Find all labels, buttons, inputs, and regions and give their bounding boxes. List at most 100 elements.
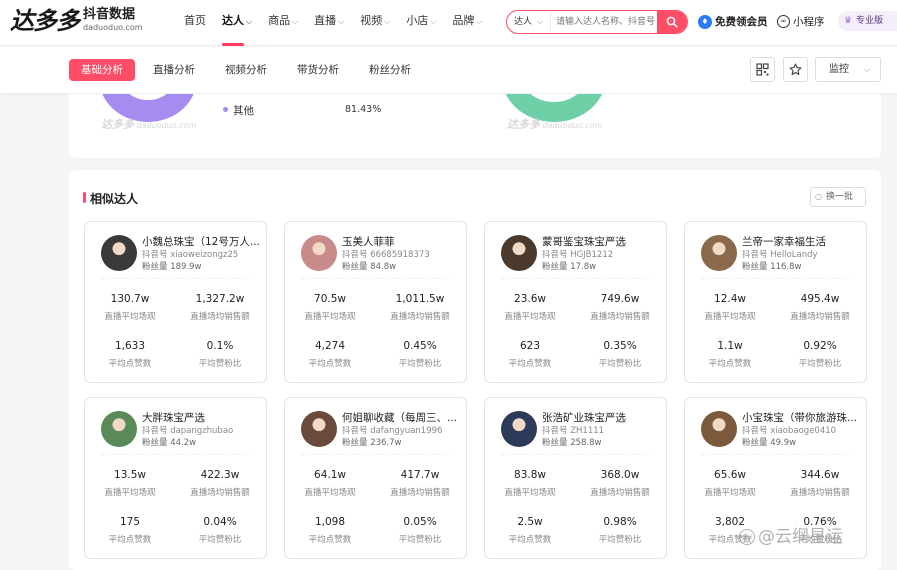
search-button[interactable] xyxy=(657,11,687,33)
talent-card[interactable]: 何姐聊收藏（每周三、... 抖音号 dafangyuan1996 粉丝量 236.7… xyxy=(284,397,467,559)
stat-label: 直播平均场观 xyxy=(504,312,556,322)
search-icon xyxy=(666,16,678,28)
watermark-left: 达多多 daduoduo.com xyxy=(101,118,197,131)
legend-dot xyxy=(223,107,228,112)
section-accent-bar xyxy=(83,192,86,203)
talent-name[interactable]: 蒙哥鉴宝珠宝严选 xyxy=(542,234,660,249)
tab-0[interactable]: 基础分析 xyxy=(69,59,135,81)
stat-like-fan-ratio: 0.04% xyxy=(203,516,237,528)
nav-item[interactable]: 视频 ⌵ xyxy=(360,0,390,46)
talent-card[interactable]: 张浩矿业珠宝严选 抖音号 ZH1111 粉丝量 258.8w 83.8w 直播平均场观 3… xyxy=(484,397,667,559)
avatar[interactable] xyxy=(301,235,337,271)
favorite-button[interactable] xyxy=(783,57,808,82)
avatar[interactable] xyxy=(501,411,537,447)
talent-fans: 粉丝量 17.8w xyxy=(542,262,597,272)
nav-item[interactable]: 达人 ⌵ xyxy=(222,0,252,46)
chevron-down-icon: ⌵ xyxy=(476,17,483,26)
watermark-logo-icon: du xyxy=(739,529,755,545)
stat-like-fan-ratio: 0.35% xyxy=(603,340,637,352)
talent-card[interactable]: 蒙哥鉴宝珠宝严选 抖音号 HGJB1212 粉丝量 17.8w 23.6w 直播平均场观… xyxy=(484,221,667,383)
stat-like-fan-ratio: 0.05% xyxy=(403,516,437,528)
stat-label: 平均点赞数 xyxy=(108,535,152,545)
stat-live-avg-views: 64.1w xyxy=(314,469,346,481)
mini-program-link[interactable]: ∞ 小程序 xyxy=(777,14,825,29)
avatar[interactable] xyxy=(301,411,337,447)
avatar[interactable] xyxy=(501,235,537,271)
talent-name[interactable]: 张浩矿业珠宝严选 xyxy=(542,410,660,425)
qrcode-button[interactable] xyxy=(750,57,775,82)
nav-item[interactable]: 品牌 ⌵ xyxy=(452,0,482,46)
free-vip-link[interactable]: ♦ 免费领会员 xyxy=(698,14,768,29)
stat-label: 直播平均场观 xyxy=(504,488,556,498)
search-input[interactable] xyxy=(551,11,657,33)
card-divider xyxy=(301,278,450,279)
stat-live-avg-views: 12.4w xyxy=(714,293,746,305)
stat-label: 直播场均销售额 xyxy=(790,312,850,322)
stat-label: 平均点赞数 xyxy=(508,535,552,545)
nav-item[interactable]: 首页 xyxy=(184,0,206,46)
talent-name[interactable]: 大胖珠宝严选 xyxy=(142,410,260,425)
stat-label: 平均赞粉比 xyxy=(398,535,442,545)
talent-name[interactable]: 玉美人菲菲 xyxy=(342,234,460,249)
stat-live-avg-sales: 495.4w xyxy=(800,293,840,305)
stat-label: 直播场均销售额 xyxy=(790,488,850,498)
stat-avg-likes: 623 xyxy=(519,340,541,352)
stat-label: 直播平均场观 xyxy=(704,312,756,322)
legend-label: 其他 xyxy=(233,105,254,117)
site-logo[interactable]: 达多多 抖音数据 daduoduo.com xyxy=(10,7,143,35)
stat-avg-likes: 175 xyxy=(119,516,141,528)
avatar[interactable] xyxy=(101,235,137,271)
stat-live-avg-views: 13.5w xyxy=(114,469,146,481)
talent-fans: 粉丝量 236.7w xyxy=(342,438,402,448)
avatar[interactable] xyxy=(701,411,737,447)
stat-label: 直播平均场观 xyxy=(304,312,356,322)
talent-name[interactable]: 小魏总珠宝（12号万人... xyxy=(142,234,260,249)
stat-label: 直播平均场观 xyxy=(104,488,156,498)
sub-nav-bar: 基础分析 直播分析 视频分析 带货分析 粉丝分析 监控 ⌵ xyxy=(0,47,897,93)
nav-item[interactable]: 直播 ⌵ xyxy=(314,0,344,46)
stat-label: 平均赞粉比 xyxy=(198,359,242,369)
chevron-down-icon: ⌵ xyxy=(430,17,437,26)
talent-account: 抖音号 xiaobaoge0410 xyxy=(742,426,837,436)
similar-talents-panel: 相似达人 换一批 小魏总珠宝（12号万人...抖音号 xiaoweizongz2… xyxy=(69,170,881,570)
nav-item[interactable]: 商品 ⌵ xyxy=(268,0,298,46)
talent-card[interactable]: 大胖珠宝严选 抖音号 dapangzhubao 粉丝量 44.2w 13.5w 直播平均… xyxy=(84,397,267,559)
chevron-down-icon: ⌵ xyxy=(863,65,870,74)
stat-label: 直播场均销售额 xyxy=(390,312,450,322)
tab-1[interactable]: 直播分析 xyxy=(141,59,207,81)
nav-item-label: 直播 xyxy=(314,14,337,27)
tab-3[interactable]: 带货分析 xyxy=(285,59,351,81)
pro-version-badge[interactable]: 专业版 xyxy=(838,11,897,31)
stat-live-avg-sales: 422.3w xyxy=(200,469,240,481)
refresh-batch-button[interactable]: 换一批 xyxy=(810,187,866,207)
chart-panel: ▪ 其他 81.43% 达多多 daduoduo.com 达多多 daduodu… xyxy=(69,94,881,158)
monitor-label: 监控 xyxy=(829,64,849,75)
talent-fans: 粉丝量 84.8w xyxy=(342,262,397,272)
chevron-down-icon: ⌵ xyxy=(384,17,391,26)
mini-program-label: 小程序 xyxy=(793,16,825,28)
talent-name[interactable]: 何姐聊收藏（每周三、... xyxy=(342,410,460,425)
section-title: 相似达人 xyxy=(90,192,139,206)
monitor-dropdown[interactable]: 监控 ⌵ xyxy=(815,57,881,82)
stat-live-avg-sales: 417.7w xyxy=(400,469,440,481)
tab-2[interactable]: 视频分析 xyxy=(213,59,279,81)
avatar[interactable] xyxy=(101,411,137,447)
stat-label: 直播场均销售额 xyxy=(590,488,650,498)
talent-fans: 粉丝量 258.8w xyxy=(542,438,602,448)
talent-card[interactable]: 小魏总珠宝（12号万人... 抖音号 xiaoweizongz25 粉丝量 189.… xyxy=(84,221,267,383)
talent-name[interactable]: 小宝珠宝（带你旅游珠... xyxy=(742,410,860,425)
talent-name[interactable]: 兰帝一家幸福生活 xyxy=(742,234,860,249)
stat-like-fan-ratio: 0.98% xyxy=(603,516,637,528)
tab-4[interactable]: 粉丝分析 xyxy=(357,59,423,81)
nav-item[interactable]: 小店 ⌵ xyxy=(406,0,436,46)
stat-label: 平均点赞数 xyxy=(708,359,752,369)
search-type-select[interactable]: 达人 ⌵ xyxy=(507,11,551,33)
logo-subtitle: 抖音数据 xyxy=(83,7,136,22)
talent-fans: 粉丝量 116.8w xyxy=(742,262,802,272)
chevron-down-icon: ⌵ xyxy=(292,17,299,26)
talent-card[interactable]: 兰帝一家幸福生活 抖音号 HelloLandy 粉丝量 116.8w 12.4w 直播平… xyxy=(684,221,867,383)
qrcode-icon xyxy=(756,63,769,76)
avatar[interactable] xyxy=(701,235,737,271)
talent-fans: 粉丝量 49.9w xyxy=(742,438,797,448)
talent-card[interactable]: 玉美人菲菲 抖音号 66685918373 粉丝量 84.8w 70.5w 直播平均场观… xyxy=(284,221,467,383)
